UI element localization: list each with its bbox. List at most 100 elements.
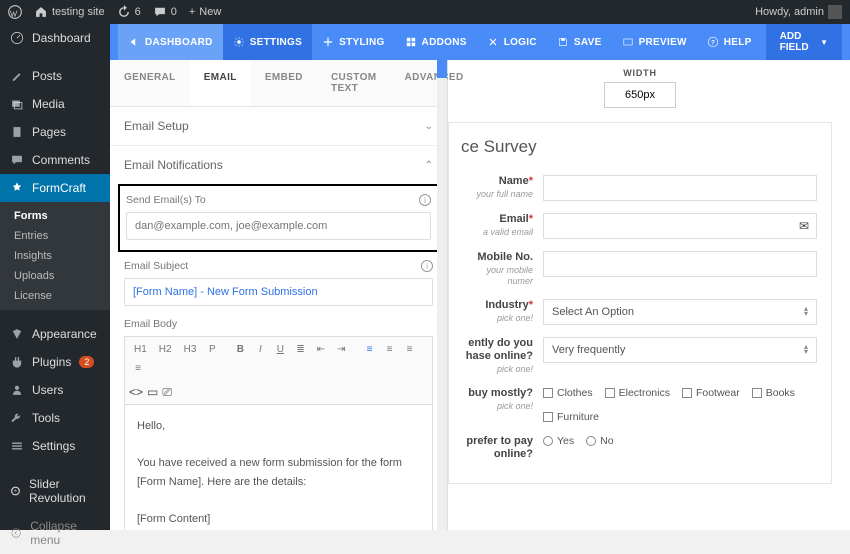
- sidebar-item-formcraft[interactable]: FormCraft: [0, 174, 110, 202]
- toolbar-logic[interactable]: LOGIC: [477, 24, 547, 60]
- toolbar-settings[interactable]: SETTINGS: [223, 24, 312, 60]
- submenu-insights[interactable]: Insights: [0, 246, 110, 266]
- send-to-label: Send Email(s) To: [126, 194, 206, 206]
- tab-general[interactable]: GENERAL: [110, 60, 190, 106]
- subject-label: Email Subject: [124, 260, 188, 272]
- subject-input[interactable]: [124, 278, 433, 306]
- info-icon[interactable]: i: [419, 194, 431, 206]
- rte-clear[interactable]: ⎚: [162, 385, 172, 400]
- tab-custom-text[interactable]: CUSTOM TEXT: [317, 60, 391, 106]
- body-label: Email Body: [124, 318, 177, 330]
- panel-scrollbar[interactable]: [437, 60, 447, 530]
- toolbar-preview[interactable]: PREVIEW: [612, 24, 697, 60]
- sidebar-item-tools[interactable]: Tools: [0, 404, 110, 432]
- rte-italic[interactable]: I: [251, 341, 269, 358]
- rte-outdent[interactable]: ⇤: [312, 341, 330, 358]
- accordion-toggle-notifications[interactable]: Email Notifications⌃: [110, 146, 447, 184]
- rte-underline[interactable]: U: [271, 341, 289, 358]
- plugins-update-badge: 2: [79, 356, 94, 368]
- select-industry[interactable]: Select An Option▴▾: [543, 299, 817, 325]
- submenu-forms[interactable]: Forms: [0, 206, 110, 226]
- tab-email[interactable]: EMAIL: [190, 60, 251, 106]
- add-field-button[interactable]: ADD FIELD▼: [766, 24, 842, 61]
- tab-advanced[interactable]: ADVANCED: [391, 60, 478, 106]
- mail-icon: ✉: [799, 219, 809, 233]
- radio-yes[interactable]: Yes: [543, 435, 574, 447]
- submenu-entries[interactable]: Entries: [0, 226, 110, 246]
- select-arrows-icon: ▴▾: [804, 345, 808, 355]
- avatar: [828, 5, 842, 19]
- toolbar-save[interactable]: SAVE: [547, 24, 612, 60]
- prefer-radio-group: Yes No: [543, 435, 817, 447]
- scrollbar-thumb[interactable]: [437, 60, 447, 78]
- my-account[interactable]: Howdy, admin: [755, 5, 842, 19]
- sidebar-item-dashboard[interactable]: Dashboard: [0, 24, 110, 52]
- sidebar-item-plugins[interactable]: Plugins2: [0, 348, 110, 376]
- sidebar-collapse[interactable]: Collapse menu: [0, 512, 110, 554]
- wp-logo[interactable]: [8, 5, 22, 19]
- toolbar-dashboard[interactable]: DASHBOARD: [118, 24, 223, 60]
- send-to-input[interactable]: [126, 212, 431, 240]
- sidebar-item-slider-revolution[interactable]: Slider Revolution: [0, 470, 110, 512]
- submenu-license[interactable]: License: [0, 286, 110, 306]
- email-body-editor[interactable]: Hello, You have received a new form subm…: [124, 404, 433, 530]
- width-label: WIDTH: [448, 68, 832, 78]
- check-electronics[interactable]: Electronics: [605, 387, 670, 399]
- form-preview: WIDTH ce Survey Name*your full name Emai…: [448, 60, 850, 530]
- label-email: Email*a valid email: [463, 213, 533, 238]
- rte-code[interactable]: <>: [129, 385, 143, 400]
- form-card: ce Survey Name*your full name Email*a va…: [448, 122, 832, 484]
- rte-align-center[interactable]: ≡: [381, 341, 399, 358]
- check-footwear[interactable]: Footwear: [682, 387, 740, 399]
- sidebar-item-settings[interactable]: Settings: [0, 432, 110, 460]
- rte-p[interactable]: P: [203, 341, 221, 358]
- select-arrows-icon: ▴▾: [804, 307, 808, 317]
- site-home-link[interactable]: testing site: [34, 5, 105, 19]
- rte-bold[interactable]: B: [231, 341, 249, 358]
- label-prefer: prefer to pay online?: [463, 435, 533, 461]
- toolbar-styling[interactable]: STYLING: [312, 24, 394, 60]
- tab-embed[interactable]: EMBED: [251, 60, 317, 106]
- sidebar-item-posts[interactable]: Posts: [0, 62, 110, 90]
- form-title[interactable]: ce Survey: [461, 137, 817, 157]
- send-to-highlight: Send Email(s) To i: [118, 184, 439, 252]
- check-clothes[interactable]: Clothes: [543, 387, 593, 399]
- rte-align-right[interactable]: ≡: [401, 341, 419, 358]
- select-frequency[interactable]: Very frequently▴▾: [543, 337, 817, 363]
- rte-align-left[interactable]: ≡: [361, 341, 379, 358]
- rte-align-justify[interactable]: ≡: [129, 360, 147, 377]
- input-mobile[interactable]: [543, 251, 817, 277]
- rte-list[interactable]: ≣: [291, 341, 309, 358]
- rte-indent[interactable]: ⇥: [332, 341, 350, 358]
- accordion-email-setup[interactable]: Email Setup⌄: [110, 107, 447, 146]
- sidebar-item-media[interactable]: Media: [0, 90, 110, 118]
- updates-link[interactable]: 6: [117, 5, 141, 19]
- label-mobile: Mobile No.your mobile numer: [463, 251, 533, 287]
- check-books[interactable]: Books: [752, 387, 795, 399]
- toolbar-help[interactable]: ?HELP: [697, 24, 762, 60]
- toolbar-addons[interactable]: ADDONS: [395, 24, 477, 60]
- rte-h3[interactable]: H3: [179, 341, 202, 358]
- wp-sidebar: Dashboard Posts Media Pages Comments For…: [0, 24, 110, 530]
- submenu-uploads[interactable]: Uploads: [0, 266, 110, 286]
- chevron-down-icon: ▼: [820, 38, 828, 47]
- input-name[interactable]: [543, 175, 817, 201]
- formcraft-submenu: Forms Entries Insights Uploads License: [0, 202, 110, 310]
- svg-text:?: ?: [711, 40, 715, 46]
- sidebar-item-appearance[interactable]: Appearance: [0, 320, 110, 348]
- radio-no[interactable]: No: [586, 435, 613, 447]
- formcraft-toolbar: DASHBOARD SETTINGS STYLING ADDONS LOGIC …: [110, 24, 850, 60]
- rte-h2[interactable]: H2: [154, 341, 177, 358]
- check-furniture[interactable]: Furniture: [543, 411, 599, 423]
- rte-h1[interactable]: H1: [129, 341, 152, 358]
- comments-link[interactable]: 0: [153, 5, 177, 19]
- info-icon[interactable]: i: [421, 260, 433, 272]
- width-input[interactable]: [604, 82, 676, 108]
- sidebar-item-users[interactable]: Users: [0, 376, 110, 404]
- sidebar-item-pages[interactable]: Pages: [0, 118, 110, 146]
- new-content-link[interactable]: +New: [189, 6, 221, 18]
- rte-image[interactable]: ▭: [147, 385, 158, 400]
- mostly-checkbox-group: Clothes Electronics Footwear Books Furni…: [543, 387, 817, 423]
- input-email[interactable]: [543, 213, 817, 239]
- sidebar-item-comments[interactable]: Comments: [0, 146, 110, 174]
